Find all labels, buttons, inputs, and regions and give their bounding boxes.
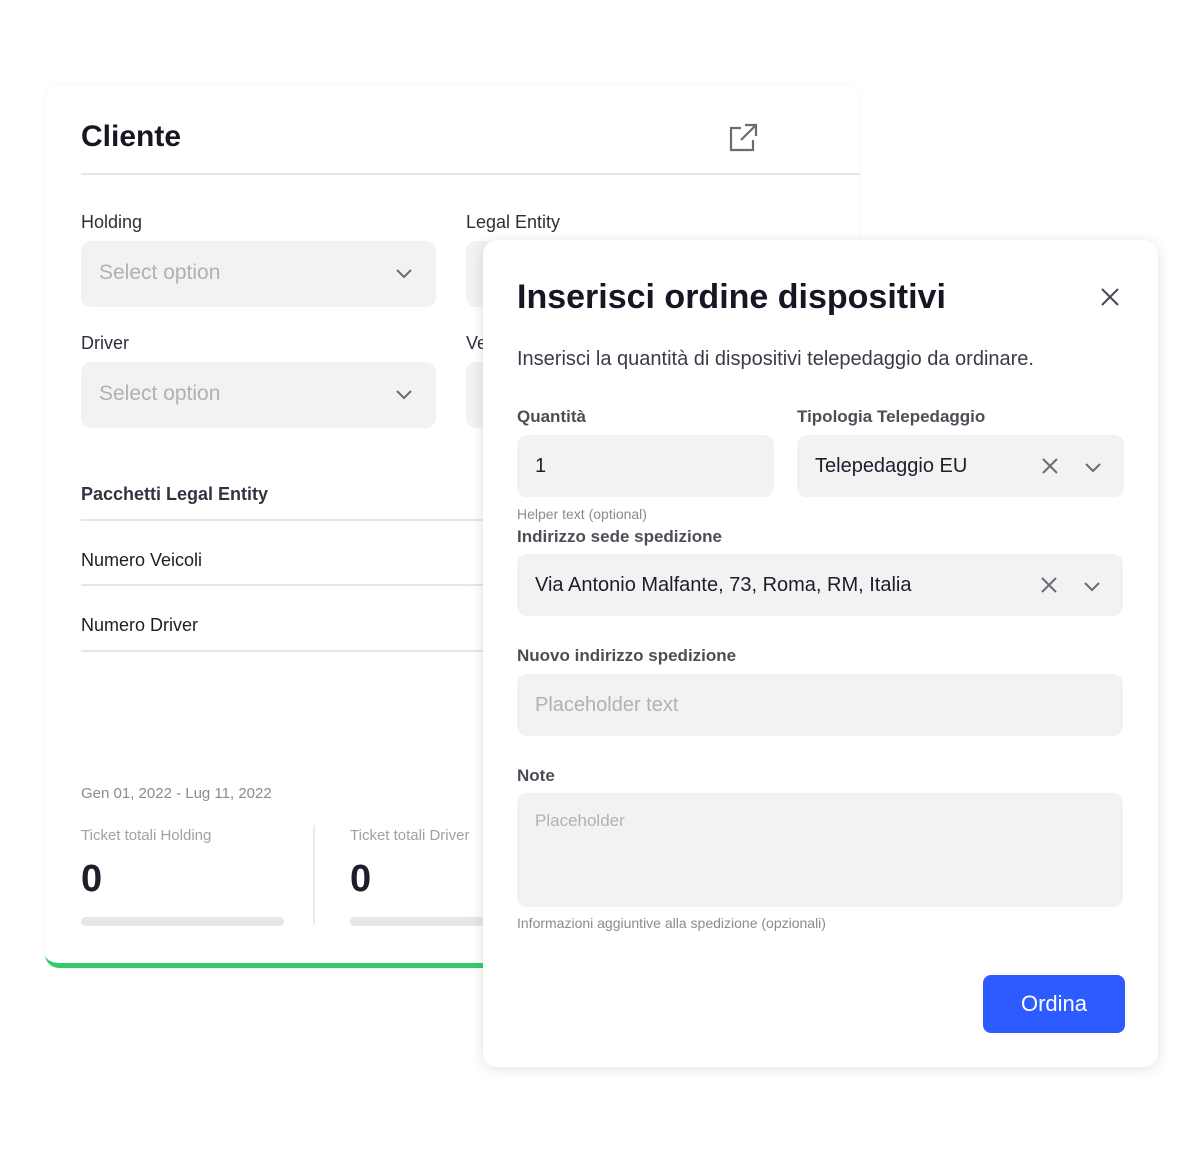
stat-label: Ticket totali Holding [81, 827, 212, 844]
chevron-down-icon [396, 269, 412, 279]
divider [81, 650, 501, 652]
date-range: Gen 01, 2022 - Lug 11, 2022 [81, 785, 272, 802]
indirizzo-value: Via Antonio Malfante, 73, Roma, RM, Ital… [535, 573, 912, 596]
stat-bar [81, 917, 284, 926]
modal-description: Inserisci la quantità di dispositivi tel… [517, 348, 1034, 370]
stat-label: Ticket totali Driver [350, 827, 470, 844]
stat-value: 0 [350, 858, 372, 900]
nuovo-placeholder: Placeholder text [535, 693, 679, 716]
nuovo-label: Nuovo indirizzo spedizione [517, 646, 737, 665]
note-helper: Informazioni aggiuntive alla spedizione … [517, 915, 826, 931]
order-modal: Inserisci ordine dispositivi Inserisci l… [483, 240, 1158, 1067]
tipologia-label: Tipologia Telepedaggio [797, 407, 986, 426]
quantita-input[interactable]: 1 [517, 435, 774, 497]
divider [81, 173, 860, 175]
stat-bar [350, 917, 500, 926]
divider [81, 584, 501, 586]
chevron-down-icon [396, 390, 412, 400]
holding-placeholder: Select option [99, 261, 221, 284]
note-label: Note [517, 766, 555, 785]
row-driver: Numero Driver [81, 615, 199, 635]
chevron-down-icon[interactable] [1083, 457, 1103, 477]
quantita-value: 1 [535, 454, 547, 477]
tipologia-value: Telepedaggio EU [815, 454, 968, 477]
quantita-label: Quantità [517, 407, 586, 426]
external-link-icon[interactable] [727, 122, 759, 154]
clear-icon[interactable] [1041, 457, 1059, 475]
holding-label: Holding [81, 212, 143, 232]
indirizzo-select[interactable]: Via Antonio Malfante, 73, Roma, RM, Ital… [517, 554, 1123, 616]
driver-placeholder: Select option [99, 382, 221, 405]
chevron-down-icon[interactable] [1082, 576, 1102, 596]
indirizzo-label: Indirizzo sede spedizione [517, 527, 722, 546]
driver-label: Driver [81, 333, 129, 353]
quantita-helper: Helper text (optional) [517, 506, 647, 522]
holding-select[interactable]: Select option [81, 241, 436, 307]
note-textarea[interactable]: Placeholder [517, 793, 1123, 907]
close-icon[interactable] [1099, 286, 1121, 308]
stat-value: 0 [81, 858, 103, 900]
nuovo-input[interactable]: Placeholder text [517, 674, 1123, 736]
tipologia-select[interactable]: Telepedaggio EU [797, 435, 1124, 497]
legal-entity-label: Legal Entity [466, 212, 561, 232]
divider [81, 519, 501, 521]
divider [313, 825, 315, 925]
modal-title: Inserisci ordine dispositivi [517, 278, 946, 316]
row-pacchetti: Pacchetti Legal Entity [81, 484, 269, 504]
clear-icon[interactable] [1040, 576, 1058, 594]
card-title: Cliente [81, 120, 182, 153]
note-placeholder: Placeholder [535, 811, 625, 830]
row-veicoli: Numero Veicoli [81, 550, 203, 570]
driver-select[interactable]: Select option [81, 362, 436, 428]
ordina-button[interactable]: Ordina [983, 975, 1125, 1033]
